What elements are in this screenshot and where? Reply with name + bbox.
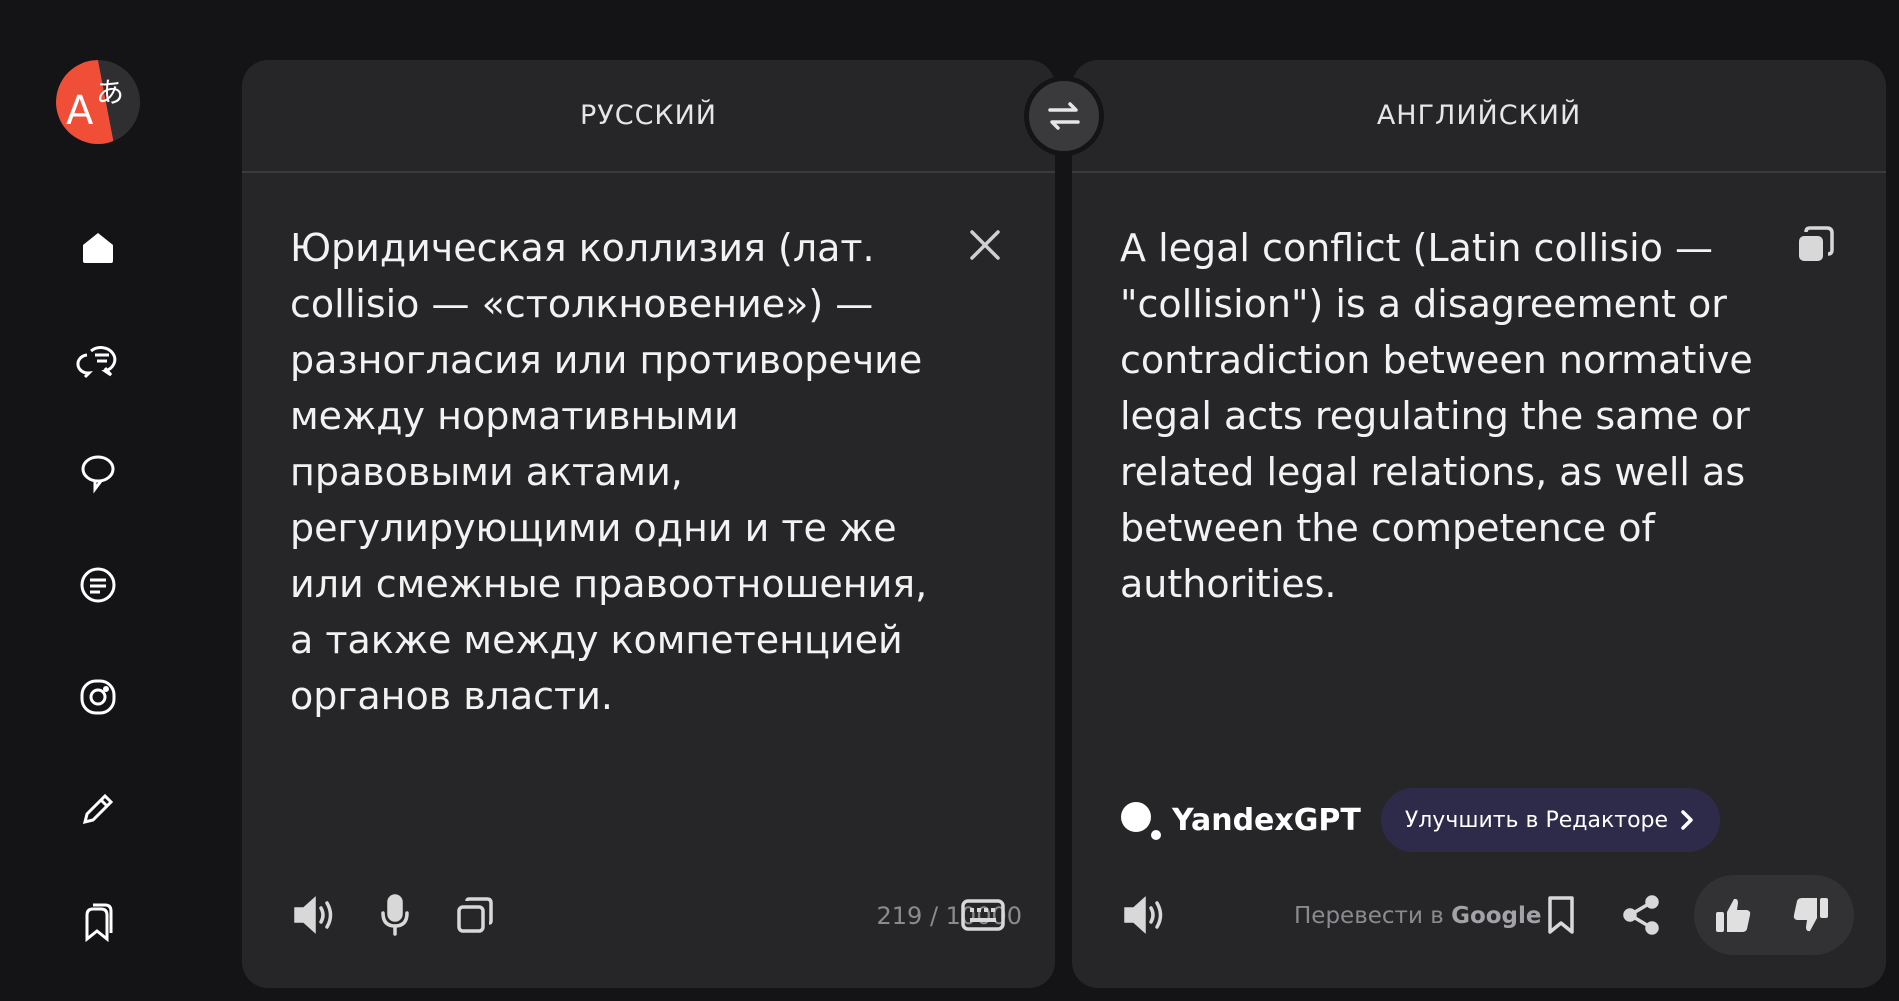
- improve-label: Улучшить в Редакторе: [1404, 807, 1669, 833]
- sidebar: A あ: [0, 0, 200, 1001]
- source-listen-button[interactable]: [290, 890, 340, 940]
- chevron-right-icon: [1681, 810, 1693, 830]
- translation-copy-button[interactable]: [1790, 220, 1840, 270]
- camera-icon: [80, 679, 116, 715]
- voice-input-button[interactable]: [370, 890, 420, 940]
- keyboard-icon: [961, 899, 1005, 931]
- sidebar-item-documents[interactable]: [68, 555, 128, 615]
- sidebar-item-collections[interactable]: [68, 892, 128, 952]
- yandexgpt-logo-icon: [1120, 799, 1162, 841]
- bookmark-icon: [1548, 896, 1574, 934]
- home-icon: [83, 233, 113, 263]
- thumbs-up-button[interactable]: [1708, 890, 1758, 940]
- thumbs-down-icon: [1793, 898, 1828, 932]
- translation-panel: АНГЛИЙСКИЙ A legal conflict (Latin colli…: [1072, 60, 1886, 988]
- engine-name: YandexGPT: [1172, 802, 1361, 838]
- swap-arrows-icon: [1048, 102, 1080, 130]
- sidebar-item-home[interactable]: [68, 218, 128, 278]
- thumbs-up-icon: [1716, 898, 1751, 932]
- microphone-icon: [381, 894, 409, 936]
- share-button[interactable]: [1616, 890, 1666, 940]
- sidebar-item-editor[interactable]: [68, 779, 128, 839]
- sidebar-item-chat[interactable]: [68, 442, 128, 502]
- clear-button[interactable]: [960, 220, 1010, 270]
- translate-in-google-link[interactable]: Перевести в Google: [1294, 896, 1542, 936]
- bookmarks-icon: [85, 903, 113, 943]
- google-brand: Google: [1451, 903, 1542, 929]
- thumbs-down-button[interactable]: [1786, 890, 1836, 940]
- share-icon: [1623, 895, 1659, 935]
- translation-listen-button[interactable]: [1120, 890, 1170, 940]
- source-panel: РУССКИЙ Юридическая коллизия (лат. colli…: [242, 60, 1055, 988]
- source-language-selector[interactable]: РУССКИЙ: [242, 60, 1055, 173]
- copy-filled-icon: [1799, 226, 1834, 261]
- translate-logo-icon[interactable]: A あ: [56, 60, 140, 144]
- target-language-label: АНГЛИЙСКИЙ: [1376, 100, 1582, 131]
- virtual-keyboard-button[interactable]: [958, 892, 1008, 938]
- copy-icon: [457, 897, 493, 933]
- google-prefix: Перевести в: [1294, 903, 1452, 929]
- target-language-selector[interactable]: АНГЛИЙСКИЙ: [1072, 60, 1886, 173]
- chat-bubbles-icon: [76, 346, 117, 379]
- save-to-collection-button[interactable]: [1536, 890, 1586, 940]
- close-icon: [970, 230, 1000, 260]
- document-text-icon: [80, 567, 116, 603]
- sidebar-item-dialog[interactable]: [68, 330, 128, 390]
- yandexgpt-row: YandexGPT Улучшить в Редакторе: [1120, 788, 1721, 852]
- improve-in-editor-button[interactable]: Улучшить в Редакторе: [1380, 788, 1721, 852]
- speaker-icon: [1124, 896, 1163, 934]
- speech-bubble-icon: [81, 455, 115, 494]
- sidebar-item-images[interactable]: [68, 667, 128, 727]
- svg-text:A: A: [66, 88, 94, 134]
- pencil-icon: [82, 793, 114, 825]
- swap-languages-button[interactable]: [1024, 76, 1104, 156]
- source-text-input[interactable]: Юридическая коллизия (лат. collisio — «с…: [290, 220, 950, 724]
- speaker-icon: [294, 896, 333, 934]
- source-copy-button[interactable]: [450, 890, 500, 940]
- source-language-label: РУССКИЙ: [579, 100, 717, 131]
- translator-app: A あ РУССКИЙ Юридическая коллизия (лат. c…: [0, 0, 1899, 1001]
- translation-text: A legal conflict (Latin collisio — "coll…: [1120, 226, 1753, 606]
- rating-group: [1694, 875, 1854, 955]
- svg-text:あ: あ: [96, 76, 124, 109]
